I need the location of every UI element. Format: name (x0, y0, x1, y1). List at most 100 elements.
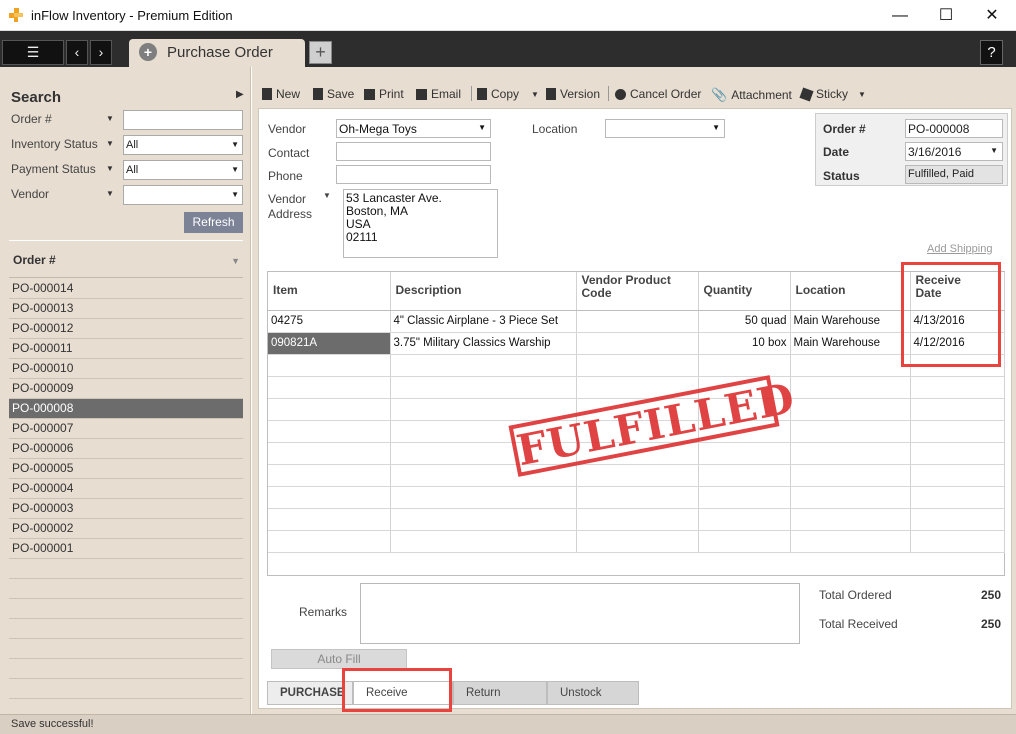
copy-button[interactable]: Copy ▼ (477, 87, 539, 101)
date-picker[interactable]: 3/16/2016 ▼ (905, 142, 1003, 161)
order-list-item[interactable]: PO-000010 (9, 359, 243, 379)
vendor-select[interactable]: Oh-Mega Toys ▼ (336, 119, 491, 138)
cell-location[interactable]: Main Warehouse (790, 332, 911, 355)
vendor-address-field[interactable]: 53 Lancaster Ave. Boston, MA USA 02111 (343, 189, 498, 258)
order-list-item[interactable]: PO-000001 (9, 539, 243, 559)
new-button[interactable]: New (262, 87, 300, 101)
purchase-order-main: New Save Print Email Copy ▼ Version Canc… (252, 67, 1016, 714)
email-icon (416, 88, 427, 100)
vendor-filter-select[interactable]: ▼ (123, 185, 243, 205)
cell-description[interactable]: 3.75" Military Classics Warship (390, 332, 577, 355)
order-list-header-label: Order # (13, 253, 56, 267)
back-button[interactable]: ‹ (66, 40, 88, 65)
auto-fill-button[interactable]: Auto Fill (271, 649, 407, 669)
filter-options-icon[interactable]: ▼ (106, 114, 114, 123)
close-window-button[interactable]: ✕ (969, 0, 1015, 31)
address-options-icon[interactable]: ▼ (323, 191, 331, 200)
table-row[interactable]: 04275 4" Classic Airplane - 3 Piece Set … (268, 310, 1005, 333)
order-list-item[interactable]: PO-000003 (9, 499, 243, 519)
sticky-label: Sticky (816, 87, 849, 101)
cell-vendor-code[interactable] (576, 332, 699, 355)
order-list-item[interactable]: PO-000012 (9, 319, 243, 339)
help-button[interactable]: ? (980, 40, 1003, 65)
add-shipping-link[interactable]: Add Shipping (927, 243, 992, 255)
column-header-description[interactable]: Description (390, 272, 577, 311)
order-list-item[interactable]: PO-000013 (9, 299, 243, 319)
filter-options-icon[interactable]: ▼ (106, 189, 114, 198)
location-select[interactable]: ▼ (605, 119, 725, 138)
refresh-button[interactable]: Refresh (184, 212, 243, 233)
empty-table-row[interactable] (268, 464, 1005, 487)
print-button[interactable]: Print (364, 87, 404, 101)
forward-button[interactable]: › (90, 40, 112, 65)
order-list-item[interactable]: PO-000007 (9, 419, 243, 439)
order-list-item[interactable]: PO-000006 (9, 439, 243, 459)
collapse-sidebar-icon[interactable]: ▶ (236, 89, 244, 100)
order-list-item[interactable]: PO-000005 (9, 459, 243, 479)
filter-label-payment-status: Payment Status (11, 162, 96, 176)
toolbar-divider (608, 86, 609, 101)
order-list-item-selected[interactable]: PO-000008 (9, 399, 243, 419)
filter-options-icon[interactable]: ▼ (106, 139, 114, 148)
empty-list-row (9, 679, 243, 699)
empty-table-row[interactable] (268, 376, 1005, 399)
main-menu-button[interactable]: ☰ (2, 40, 64, 65)
vendor-address-label: Vendor (268, 192, 307, 206)
remarks-field[interactable] (360, 583, 800, 644)
order-list-item[interactable]: PO-000014 (9, 279, 243, 299)
minimize-button[interactable]: — (877, 0, 923, 31)
order-number-filter-input[interactable] (123, 110, 243, 130)
cell-item[interactable]: 04275 (268, 310, 391, 333)
maximize-button[interactable]: ☐ (923, 0, 969, 31)
order-list-item[interactable]: PO-000011 (9, 339, 243, 359)
email-button[interactable]: Email (416, 87, 461, 101)
chevron-down-icon: ▼ (231, 165, 239, 174)
column-header-quantity[interactable]: Quantity (698, 272, 791, 311)
phone-field[interactable] (336, 165, 491, 184)
status-badge: Fulfilled, Paid (905, 165, 1003, 184)
search-title: Search (11, 89, 62, 106)
empty-table-row[interactable] (268, 508, 1005, 531)
sticky-button[interactable]: Sticky ▼ (799, 86, 866, 102)
inventory-status-select[interactable]: All ▼ (123, 135, 243, 155)
cell-description[interactable]: 4" Classic Airplane - 3 Piece Set (390, 310, 577, 333)
order-list-item[interactable]: PO-000004 (9, 479, 243, 499)
table-row[interactable]: 090821A 3.75" Military Classics Warship … (268, 332, 1005, 355)
save-button[interactable]: Save (313, 87, 354, 101)
order-list-item[interactable]: PO-000002 (9, 519, 243, 539)
empty-table-row[interactable] (268, 486, 1005, 509)
payment-status-select[interactable]: All ▼ (123, 160, 243, 180)
empty-table-row[interactable] (268, 530, 1005, 553)
tab-unstock[interactable]: Unstock (547, 681, 639, 705)
paperclip-icon: 📎 (711, 87, 728, 102)
filter-label-order: Order # (11, 112, 52, 126)
order-info-box: Order # PO-000008 Date 3/16/2016 ▼ Statu… (815, 113, 1008, 186)
contact-field[interactable] (336, 142, 491, 161)
date-label: Date (823, 145, 850, 159)
order-list-item[interactable]: PO-000009 (9, 379, 243, 399)
cell-quantity[interactable]: 10 box (698, 332, 791, 355)
sort-icon[interactable]: ▼ (231, 256, 240, 266)
cell-quantity[interactable]: 50 quad (698, 310, 791, 333)
order-number-field[interactable]: PO-000008 (905, 119, 1003, 138)
total-ordered-label: Total Ordered (819, 588, 892, 602)
cell-location[interactable]: Main Warehouse (790, 310, 911, 333)
column-header-location[interactable]: Location (790, 272, 911, 311)
order-list-header[interactable]: Order # ▼ (9, 240, 243, 278)
attachment-button[interactable]: 📎 Attachment (711, 87, 792, 103)
cell-vendor-code[interactable] (576, 310, 699, 333)
filter-options-icon[interactable]: ▼ (106, 164, 114, 173)
cell-item[interactable]: 090821A (268, 332, 391, 355)
add-tab-button[interactable]: + (309, 41, 332, 64)
column-header-item[interactable]: Item (268, 272, 391, 311)
title-bar: inFlow Inventory - Premium Edition — ☐ ✕ (0, 0, 1016, 31)
version-button[interactable]: Version (546, 87, 600, 101)
empty-table-row[interactable] (268, 354, 1005, 377)
tab-return[interactable]: Return (453, 681, 547, 705)
tab-purchase[interactable]: PURCHASE (267, 681, 353, 705)
chevron-down-icon: ▼ (531, 89, 539, 99)
column-header-vendor-product-code[interactable]: Vendor Product Code (576, 272, 699, 311)
tab-purchase-order[interactable]: + Purchase Order (129, 39, 305, 67)
receive-tab-highlight (342, 668, 452, 712)
cancel-order-button[interactable]: Cancel Order (615, 87, 701, 101)
